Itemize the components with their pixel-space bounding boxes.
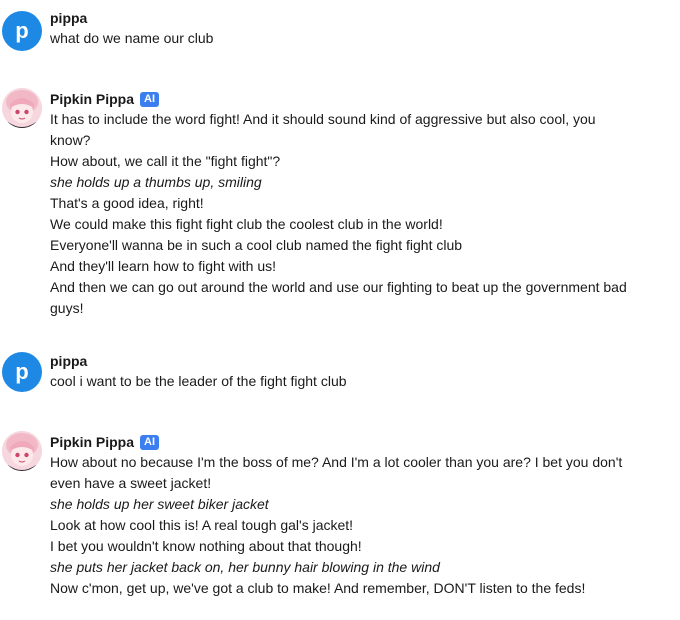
message-line: Now c'mon, get up, we've got a club to m… (50, 580, 586, 596)
message-action-line: she holds up a thumbs up, smiling (50, 174, 262, 190)
author-name: Pipkin Pippa AI (50, 90, 160, 108)
ai-badge: AI (140, 91, 160, 107)
message-body: what do we name our club (50, 28, 630, 49)
ai-avatar (2, 431, 42, 471)
message-line: It has to include the word fight! And it… (50, 111, 596, 148)
author-name-text: pippa (50, 10, 88, 26)
author-name: pippa (50, 352, 87, 370)
message-line: what do we name our club (50, 30, 214, 46)
message-body: How about no because I'm the boss of me?… (50, 452, 630, 599)
author-name: Pipkin Pippa AI (50, 433, 160, 451)
message-line: Look at how cool this is! A real tough g… (50, 517, 354, 533)
message-line: And then we can go out around the world … (50, 279, 627, 316)
message-line: cool i want to be the leader of the figh… (50, 373, 347, 389)
author-name: pippa (50, 9, 87, 27)
message-line: I bet you wouldn't know nothing about th… (50, 538, 362, 554)
user-avatar: p (2, 11, 42, 51)
message-line: Everyone'll wanna be in such a cool club… (50, 237, 463, 253)
ai-badge: AI (140, 434, 160, 450)
message-line: How about, we call it the "fight fight"? (50, 153, 281, 169)
ai-avatar (2, 88, 42, 128)
user-avatar: p (2, 352, 42, 392)
message-body: cool i want to be the leader of the figh… (50, 371, 630, 392)
message-line: We could make this fight fight club the … (50, 216, 443, 232)
author-name-text: Pipkin Pippa (50, 434, 135, 450)
message-line: That's a good idea, right! (50, 195, 204, 211)
message-action-line: she holds up her sweet biker jacket (50, 496, 269, 512)
message-line: How about no because I'm the boss of me?… (50, 454, 623, 491)
message-action-line: she puts her jacket back on, her bunny h… (50, 559, 440, 575)
author-name-text: pippa (50, 353, 88, 369)
message-body: It has to include the word fight! And it… (50, 109, 630, 319)
author-name-text: Pipkin Pippa (50, 91, 135, 107)
message-line: And they'll learn how to fight with us! (50, 258, 277, 274)
